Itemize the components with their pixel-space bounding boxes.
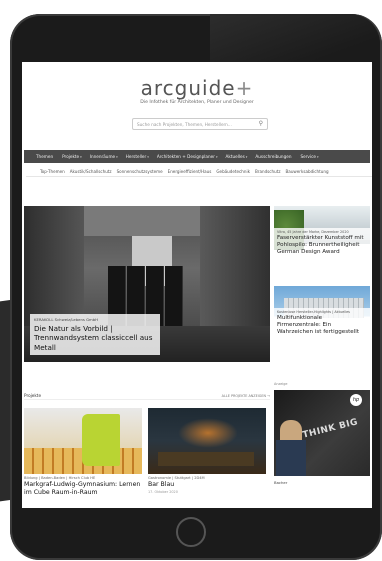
projects-section-header: Projekte ALLE PROJEKTE ANZEIGEN → [24,392,270,400]
subnav-item[interactable]: Top-Themen [40,169,65,174]
subnav-item[interactable]: Bauwerksabdichtung [286,169,329,174]
chevron-down-icon: ▾ [245,154,248,159]
project-title[interactable]: Markgraf-Ludwig-Gymnasium: Lernen im Cub… [24,481,142,497]
chevron-down-icon: ▾ [316,154,319,159]
project-date: 17. Oktober 2020 [148,489,178,494]
page: arcguide+ Die Infothek für Architekten, … [0,0,382,561]
main-navigation: Themen Projekte ▾ Innenräume ▾ Hersteller ▾… [24,150,370,163]
search-placeholder: Suche nach Projekten, Themen, Hersteller… [137,121,232,127]
chevron-down-icon: ▾ [80,154,82,159]
side-article-title[interactable]: Faserverstärkter Kunststoff mit Pohlospi… [277,235,367,256]
chevron-down-icon: ▾ [215,154,218,159]
tablet-screen: arcguide+ Die Infothek für Architekten, … [22,62,372,508]
project-card[interactable]: Gastronomie | Stuttgart | 2D4M Bar Blau … [148,408,266,494]
ad-headline: THINK BIG [301,417,360,441]
project-kicker: Gastronomie | Stuttgart | 2D4M [148,476,205,480]
hp-logo-icon: hp [350,394,362,406]
hero-kicker: KERAKOLL Schweiz/Lebens GmbH [34,317,98,322]
advertisement[interactable]: hp THINK BIG [274,390,370,476]
nav-item-service[interactable]: Service ▾ [300,154,318,159]
nav-item-aktuelles[interactable]: Aktuelles ▾ [226,154,248,159]
hero-title[interactable]: Die Natur als Vorbild | Trennwandsystem … [34,324,156,352]
all-projects-link[interactable]: ALLE PROJEKTE ANZEIGEN → [222,394,270,398]
hero-article[interactable]: KERAKOLL Schweiz/Lebens GmbH Die Natur a… [24,206,270,362]
logo-plus: + [235,76,254,100]
side-article-2[interactable]: Kostenlose Hersteller-Highlights | Aktue… [274,286,370,362]
project-image [24,408,142,474]
nav-item-innenraeume[interactable]: Innenräume ▾ [90,154,118,159]
subnav-item[interactable]: Sonnenschutzsysteme [117,169,163,174]
project-kicker: Bildung | Baden-Baden | Hirsch Club HE [24,476,96,480]
subnav-item[interactable]: Gebäudetechnik [216,169,250,174]
side-article-1[interactable]: Vitra, 45 Jahre der Marke, Dezember 2020… [274,206,370,282]
subnav-item[interactable]: Energieeffizient/Haus [168,169,212,174]
search-icon[interactable]: ⚲ [259,121,263,127]
nav-item-hersteller[interactable]: Hersteller ▾ [126,154,149,159]
side-article-kicker: Vitra, 45 Jahre der Marke, Dezember 2020 [277,230,349,234]
project-card[interactable]: Bildung | Baden-Baden | Hirsch Club HE M… [24,408,142,497]
subnav-item[interactable]: Akustik/Schallschutz [70,169,112,174]
nav-item-themen[interactable]: Themen [36,154,54,159]
chevron-down-icon: ▾ [116,154,118,159]
project-image [148,408,266,474]
nav-item-ausschreibungen[interactable]: Ausschreibungen [255,154,292,159]
nav-item-architekten[interactable]: Architekten + Designplaner ▾ [157,154,218,159]
home-button[interactable] [176,517,206,547]
ad-caption: Bacher [274,480,288,485]
logo-text: arcguide [140,76,236,100]
section-title: Projekte [24,393,42,398]
site-tagline: Die Infothek für Architekten, Planer und… [140,100,254,105]
sub-navigation: Top-Themen Akustik/Schallschutz Sonnensc… [26,166,372,177]
subnav-item[interactable]: Brandschutz [255,169,281,174]
chevron-down-icon: ▾ [147,154,149,159]
project-title[interactable]: Bar Blau [148,481,266,489]
side-article-title[interactable]: Multifunktionale Firmenzentrale: Ein Wah… [277,315,367,336]
side-article-kicker: Kostenlose Hersteller-Highlights | Aktue… [277,310,350,314]
ad-label: Anzeige [274,382,288,386]
search-input[interactable]: Suche nach Projekten, Themen, Hersteller… [132,118,268,130]
hero-caption: KERAKOLL Schweiz/Lebens GmbH Die Natur a… [30,314,160,356]
site-logo[interactable]: arcguide+ [22,76,372,100]
nav-item-projekte[interactable]: Projekte ▾ [62,154,82,159]
